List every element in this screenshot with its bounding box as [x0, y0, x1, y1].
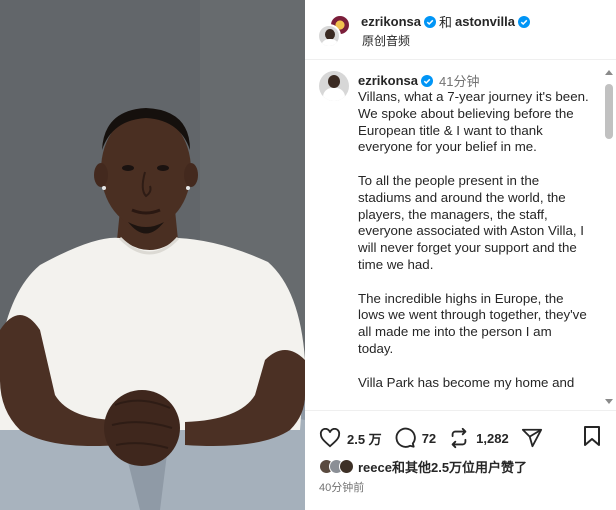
- avatar-ezrikonsa[interactable]: [317, 24, 341, 48]
- collab-avatars[interactable]: [317, 14, 353, 48]
- caption-header: ezrikonsa 41分钟: [358, 71, 479, 90]
- verified-icon: [420, 74, 433, 87]
- share-button[interactable]: [521, 427, 549, 449]
- caption-username[interactable]: ezrikonsa: [358, 73, 418, 88]
- scrollbar[interactable]: [602, 66, 616, 406]
- liked-by[interactable]: reece和其他2.5万位用户赞了: [319, 457, 527, 476]
- repost-count: 1,282: [476, 430, 509, 446]
- caption-avatar[interactable]: [319, 71, 349, 101]
- scroll-up-arrow-icon[interactable]: [605, 70, 613, 75]
- verified-icon: [423, 15, 436, 28]
- repost-icon: [451, 427, 467, 449]
- post-timestamp[interactable]: 40分钟前: [319, 479, 364, 495]
- caption-scroll-area[interactable]: ezrikonsa 41分钟 Villans, what a 7-year jo…: [305, 61, 616, 410]
- verified-icon: [517, 15, 530, 28]
- post-panel: ezrikonsa 和 astonvilla 原创音频 ezrikonsa 41…: [305, 0, 616, 510]
- scroll-down-arrow-icon[interactable]: [605, 399, 613, 404]
- caption-text: Villans, what a 7-year journey it's been…: [358, 89, 590, 408]
- caption-paragraph: To all the people present in the stadium…: [358, 172, 584, 272]
- like-button[interactable]: 2.5 万: [319, 428, 382, 448]
- caption-paragraph: Villans, what a 7-year journey it's been…: [358, 89, 589, 155]
- like-count: 2.5 万: [347, 431, 382, 447]
- liker-avatar: [339, 459, 354, 474]
- video-frame: [0, 0, 305, 510]
- header-user2-link[interactable]: astonvilla: [455, 14, 515, 29]
- caption-paragraph: The incredible highs in Europe, the lows…: [358, 290, 587, 356]
- bookmark-icon: [584, 426, 600, 446]
- repost-button[interactable]: 1,282: [448, 427, 509, 449]
- liked-by-text: reece和其他2.5万位用户赞了: [358, 460, 528, 475]
- save-button[interactable]: [582, 425, 602, 452]
- comment-count: 72: [421, 430, 437, 446]
- scroll-thumb[interactable]: [605, 84, 613, 139]
- caption-time[interactable]: 41分钟: [439, 71, 479, 90]
- video-player[interactable]: [0, 0, 305, 510]
- comment-button[interactable]: 72: [394, 427, 436, 449]
- actions-bar: 2.5 万 72 1,282 reece和其他2.5万位用户赞了 40分钟前: [305, 410, 616, 510]
- audio-link[interactable]: 原创音频: [362, 32, 410, 49]
- send-icon: [521, 428, 542, 448]
- caption-paragraph: Villa Park has become my home and: [358, 374, 575, 390]
- header-user1-link[interactable]: ezrikonsa: [361, 14, 421, 29]
- header-usernames: ezrikonsa 和 astonvilla: [361, 12, 530, 31]
- heart-icon: [319, 428, 341, 448]
- post-header: ezrikonsa 和 astonvilla 原创音频: [305, 0, 616, 60]
- header-and-text: 和: [438, 15, 452, 30]
- comment-icon: [395, 427, 416, 448]
